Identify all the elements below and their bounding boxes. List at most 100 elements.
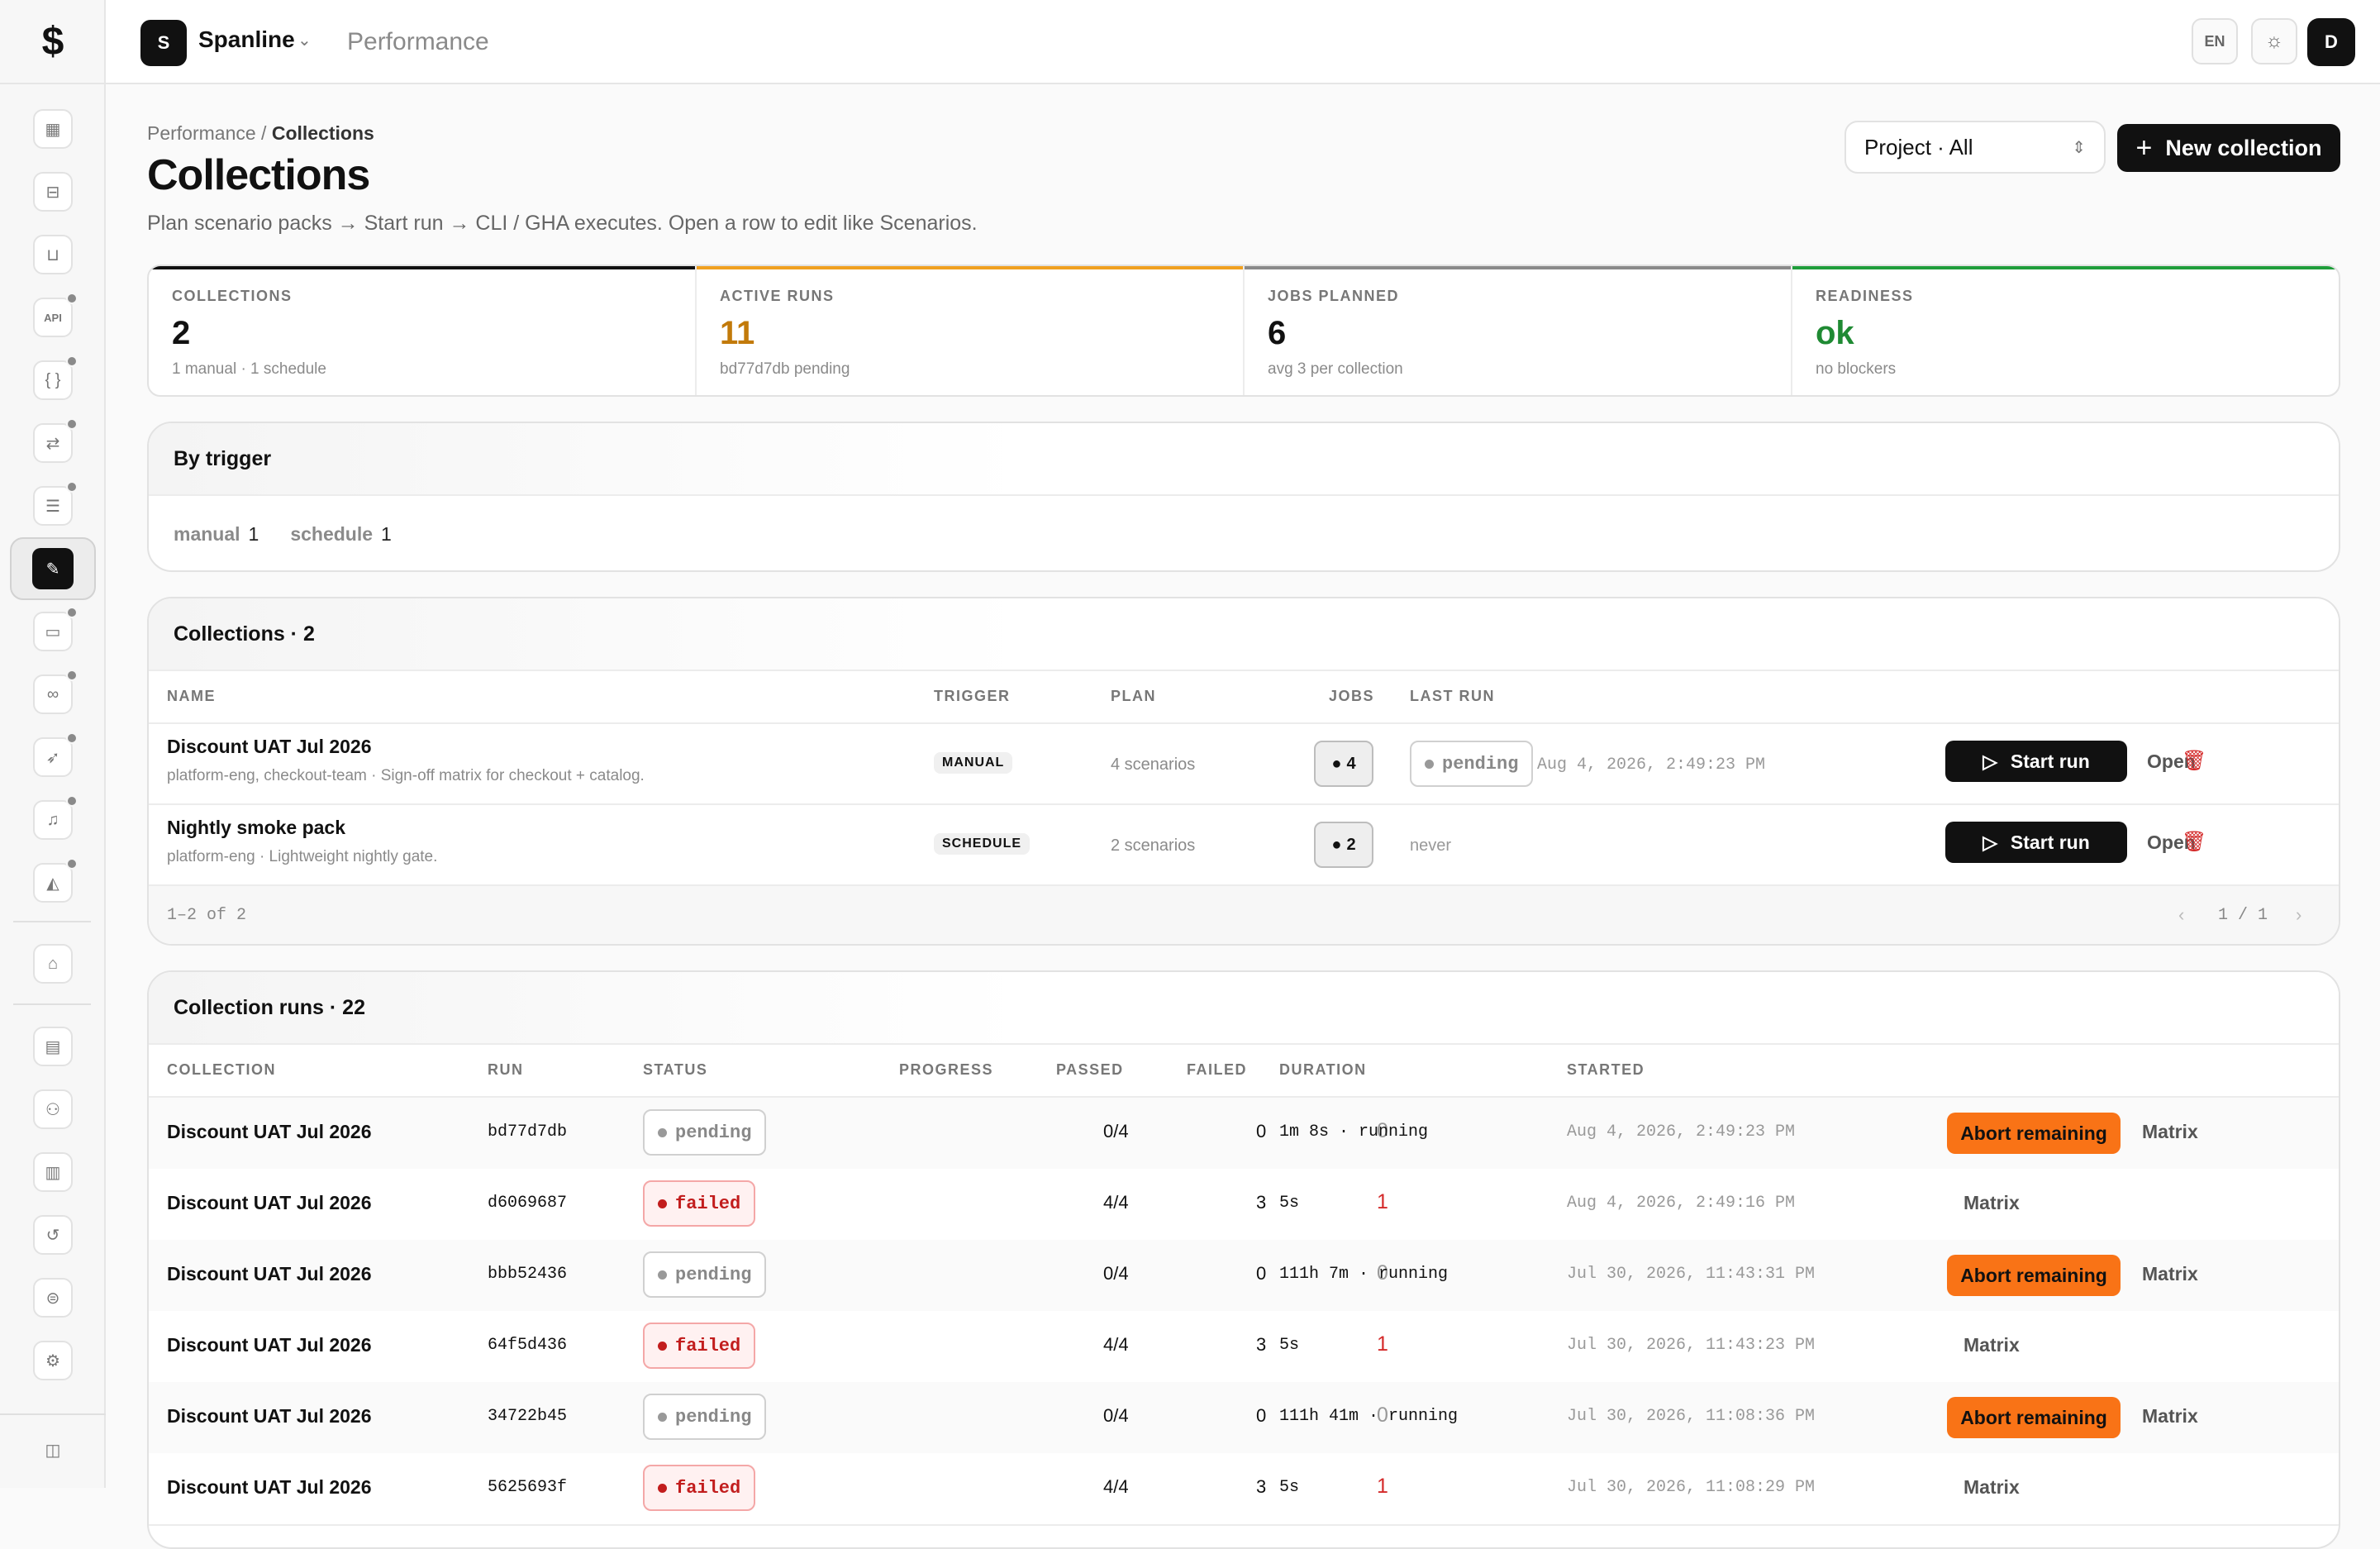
inbox-icon[interactable]: ⊔ bbox=[33, 235, 73, 274]
run-duration: 5s bbox=[1279, 1194, 1300, 1213]
matrix-button[interactable]: Matrix bbox=[1963, 1192, 2020, 1214]
abort-remaining-button[interactable]: Abort remaining bbox=[1947, 1397, 2121, 1438]
trigger-item: schedule 1 bbox=[290, 523, 392, 546]
api-icon[interactable]: API bbox=[33, 293, 78, 337]
matrix-button[interactable]: Matrix bbox=[2142, 1263, 2198, 1285]
route-icon[interactable]: ⇄ bbox=[33, 418, 78, 463]
col-header-passed[interactable]: PASSED bbox=[1056, 1061, 1124, 1079]
col-header-duration[interactable]: DURATION bbox=[1279, 1061, 1367, 1079]
history-icon[interactable]: ↺ bbox=[33, 1215, 73, 1255]
chevron-right-icon[interactable]: › bbox=[2296, 904, 2301, 926]
abort-remaining-button[interactable]: Abort remaining bbox=[1947, 1113, 2121, 1154]
run-collection-name[interactable]: Discount UAT Jul 2026 bbox=[167, 1192, 372, 1214]
status-text: pending bbox=[675, 1122, 752, 1143]
braces-icon[interactable]: { } bbox=[33, 355, 78, 400]
rocket-icon[interactable]: ➶ bbox=[33, 732, 78, 777]
project-select[interactable]: Project · All ⇕ bbox=[1844, 121, 2106, 174]
panel-toggle-icon[interactable]: ◫ bbox=[33, 1430, 73, 1470]
link-icon[interactable]: ∞ bbox=[33, 670, 78, 714]
status-badge: pending bbox=[643, 1251, 767, 1298]
status-badge: failed bbox=[643, 1465, 756, 1511]
col-header-run[interactable]: RUN bbox=[488, 1061, 524, 1079]
status-badge: failed bbox=[643, 1180, 756, 1227]
run-id[interactable]: 34722b45 bbox=[488, 1407, 567, 1426]
table-row[interactable]: Discount UAT Jul 2026 34722b45 pending 0/4 0… bbox=[149, 1382, 2339, 1453]
report-icon[interactable]: ▥ bbox=[33, 1152, 73, 1192]
run-started: Jul 30, 2026, 11:43:23 PM bbox=[1567, 1336, 1816, 1355]
collection-name[interactable]: Discount UAT Jul 2026 bbox=[167, 736, 372, 758]
col-header-failed[interactable]: FAILED bbox=[1187, 1061, 1247, 1079]
breadcrumb: Performance / Collections bbox=[147, 122, 374, 145]
table-row[interactable]: Discount UAT Jul 2026 bd77d7db pending 0/4 0… bbox=[149, 1098, 2339, 1169]
run-started: Jul 30, 2026, 11:08:36 PM bbox=[1567, 1407, 1816, 1426]
start-run-label: Start run bbox=[2010, 831, 2090, 853]
trash-icon[interactable]: 🗑 bbox=[2182, 749, 2206, 773]
avatar[interactable]: D bbox=[2307, 18, 2355, 66]
gear-icon[interactable]: ⚙ bbox=[33, 1341, 73, 1380]
table-row[interactable]: Discount UAT Jul 2026 bbb52436 pending 0/4 0… bbox=[149, 1240, 2339, 1311]
table-row[interactable]: Discount UAT Jul 2026 d6069687 failed 4/4 3 1… bbox=[149, 1169, 2339, 1240]
chevron-left-icon[interactable]: ‹ bbox=[2178, 904, 2184, 926]
table-row[interactable]: Discount UAT Jul 2026 5625693f failed 4/4 3 1… bbox=[149, 1453, 2339, 1524]
run-id[interactable]: 64f5d436 bbox=[488, 1336, 567, 1355]
theme-toggle-icon[interactable]: ☼ bbox=[2251, 18, 2297, 64]
col-header-trigger[interactable]: TRIGGER bbox=[934, 688, 1011, 705]
col-header-collection[interactable]: COLLECTION bbox=[167, 1061, 276, 1079]
matrix-button[interactable]: Matrix bbox=[2142, 1121, 2198, 1143]
run-id[interactable]: d6069687 bbox=[488, 1194, 567, 1213]
run-collection-name[interactable]: Discount UAT Jul 2026 bbox=[167, 1405, 372, 1427]
language-button[interactable]: EN bbox=[2192, 18, 2238, 64]
chart-icon[interactable]: ◭ bbox=[33, 858, 78, 903]
start-run-button[interactable]: ▷ Start run bbox=[1945, 741, 2127, 782]
matrix-button[interactable]: Matrix bbox=[1963, 1334, 2020, 1356]
bell-icon[interactable]: ♫ bbox=[33, 795, 78, 840]
wand-icon[interactable]: ✎ bbox=[10, 537, 96, 600]
matrix-button[interactable]: Matrix bbox=[2142, 1405, 2198, 1427]
breadcrumb-parent[interactable]: Performance bbox=[147, 122, 256, 144]
trigger-item: manual 1 bbox=[174, 523, 259, 546]
checklist-icon[interactable]: ☰ bbox=[33, 481, 78, 526]
col-header-status[interactable]: STATUS bbox=[643, 1061, 707, 1079]
stat-accent bbox=[1792, 266, 2339, 269]
storage-icon[interactable]: ⊜ bbox=[33, 1278, 73, 1318]
col-header-plan[interactable]: PLAN bbox=[1111, 688, 1156, 705]
col-header-name[interactable]: NAME bbox=[167, 688, 216, 705]
building-icon[interactable]: ⌂ bbox=[33, 944, 73, 984]
trigger-key: schedule bbox=[290, 522, 374, 545]
org-name[interactable]: Spanline bbox=[198, 26, 295, 53]
stat-active-runs: ACTIVE RUNS 11 bd77d7db pending bbox=[697, 266, 1245, 395]
trash-icon[interactable]: 🗑 bbox=[2182, 830, 2206, 854]
stat-accent bbox=[149, 266, 695, 269]
row-divider bbox=[149, 1524, 2339, 1526]
run-collection-name[interactable]: Discount UAT Jul 2026 bbox=[167, 1334, 372, 1356]
run-collection-name[interactable]: Discount UAT Jul 2026 bbox=[167, 1263, 372, 1285]
col-header-last-run[interactable]: LAST RUN bbox=[1410, 688, 1495, 705]
users-icon[interactable]: ⚇ bbox=[33, 1089, 73, 1129]
run-id[interactable]: bbb52436 bbox=[488, 1265, 567, 1284]
last-run-time: never bbox=[1410, 836, 1452, 855]
collection-name[interactable]: Nightly smoke pack bbox=[167, 817, 345, 839]
col-header-progress[interactable]: PROGRESS bbox=[899, 1061, 993, 1079]
col-header-jobs[interactable]: JOBS bbox=[1329, 688, 1374, 705]
grid-icon[interactable]: ▦ bbox=[33, 109, 73, 149]
jobs-count[interactable]: ● 2 bbox=[1314, 822, 1373, 868]
col-header-started[interactable]: STARTED bbox=[1567, 1061, 1645, 1079]
org-avatar[interactable]: S bbox=[140, 20, 187, 66]
ticket-icon[interactable]: ▭ bbox=[33, 607, 78, 651]
jobs-value: 2 bbox=[1346, 835, 1356, 854]
stat-sub: 1 manual · 1 schedule bbox=[172, 360, 326, 378]
run-id[interactable]: bd77d7db bbox=[488, 1122, 567, 1141]
sidebar: $ ▦ ⊟ ⊔ API { } ⇄ ☰ ✎ ▭ ∞ ➶ ♫ ◭ ⌂ ▤ ⚇ ▥ … bbox=[0, 0, 106, 1488]
sidebar-divider bbox=[13, 1003, 91, 1005]
briefcase-icon[interactable]: ⊟ bbox=[33, 172, 73, 212]
ledger-icon[interactable]: ▤ bbox=[33, 1027, 73, 1066]
table-row[interactable]: Discount UAT Jul 2026 64f5d436 failed 4/4 3 1… bbox=[149, 1311, 2339, 1382]
jobs-count[interactable]: ● 4 bbox=[1314, 741, 1373, 787]
chevron-down-icon[interactable]: ⌄ bbox=[298, 30, 312, 50]
pagination-range: 1–2 of 2 bbox=[167, 906, 247, 925]
start-run-button[interactable]: ▷ Start run bbox=[1945, 822, 2127, 863]
new-collection-button[interactable]: + New collection bbox=[2117, 124, 2340, 172]
abort-remaining-button[interactable]: Abort remaining bbox=[1947, 1255, 2121, 1296]
run-collection-name[interactable]: Discount UAT Jul 2026 bbox=[167, 1121, 372, 1143]
app-logo[interactable]: $ bbox=[0, 0, 106, 84]
